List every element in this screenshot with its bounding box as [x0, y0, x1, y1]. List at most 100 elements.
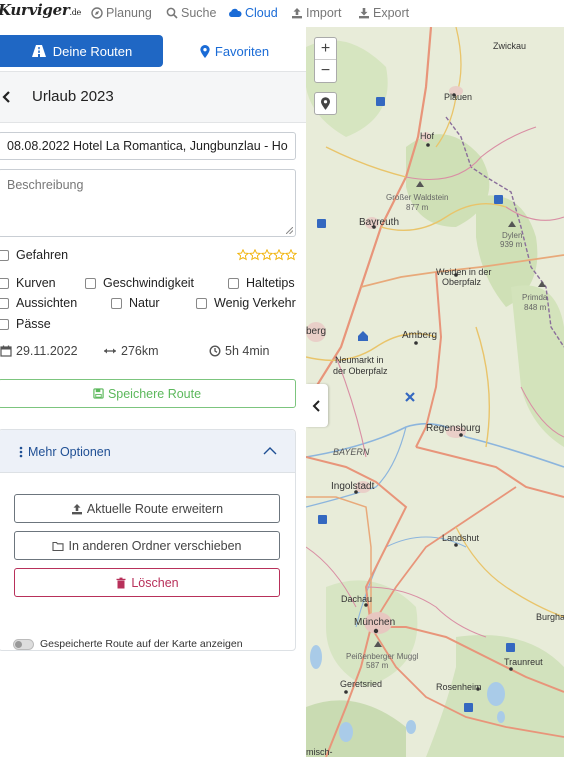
map-marker-icon [200, 44, 210, 58]
tag-kurven[interactable]: Kurven [0, 276, 56, 290]
map-label: Hof [420, 131, 435, 141]
tag-natur[interactable]: Natur [111, 296, 160, 310]
show-on-map-toggle[interactable] [13, 638, 34, 650]
tag-aussichten-checkbox[interactable] [0, 297, 9, 309]
calendar-icon [0, 345, 12, 357]
delete-route-button[interactable]: Löschen [14, 568, 280, 597]
tag-wenig-verkehr[interactable]: Wenig Verkehr [196, 296, 306, 310]
map-label: Burgha [536, 612, 564, 622]
star-icon[interactable] [261, 249, 273, 261]
driven-checkbox[interactable] [0, 249, 9, 261]
zoom-in-button[interactable]: + [315, 38, 336, 60]
map-label: Dachau [341, 594, 373, 604]
route-duration: 5h 4min [209, 344, 269, 358]
rating-stars[interactable] [237, 249, 297, 261]
upload-icon [71, 503, 82, 514]
route-distance: 276km [103, 344, 159, 358]
chevron-up-icon[interactable] [263, 446, 277, 456]
folder-icon [52, 541, 65, 551]
map-label: Primda [522, 293, 548, 302]
road-icon [31, 45, 46, 57]
route-tabs: Deine Routen Favoriten [0, 35, 306, 71]
tag-geschwindigkeit[interactable]: Geschwindigkeit [85, 276, 194, 290]
map-label: berg [306, 326, 327, 337]
extend-route-button[interactable]: Aktuelle Route erweitern [14, 494, 280, 523]
resize-grip-icon[interactable] [286, 227, 293, 234]
show-on-map-toggle-row[interactable]: Gespeicherte Route auf der Karte anzeige… [13, 638, 243, 650]
map-label: Bayreuth [359, 217, 400, 228]
move-folder-button[interactable]: In anderen Ordner verschieben [14, 531, 280, 560]
map-label: 939 m [500, 240, 523, 249]
more-options-header[interactable]: Mehr Optionen [0, 430, 295, 473]
zoom-control: + − [314, 37, 337, 83]
sidebar: Deine Routen Favoriten Urlaub 2023 08.08… [0, 27, 306, 757]
star-icon[interactable] [249, 249, 261, 261]
arrows-horizontal-icon [104, 348, 116, 354]
map-marker-icon [321, 97, 330, 110]
tag-kurven-checkbox[interactable] [0, 277, 9, 289]
map-label: Rosenheim [436, 682, 482, 692]
tag-paesse-checkbox[interactable] [0, 318, 9, 330]
floppy-disk-icon [93, 388, 104, 399]
upload-icon [292, 8, 302, 19]
map-label: Ingolstadt [331, 481, 375, 492]
tag-natur-checkbox[interactable] [111, 297, 122, 309]
compass-icon [91, 7, 103, 19]
top-navbar: Kurviger.de Planung Suche Cloud Import E… [0, 0, 564, 27]
map-label: Zwickau [493, 41, 527, 51]
route-date: 29.11.2022 [0, 344, 78, 358]
map-label: Regensburg [426, 423, 481, 434]
vertical-ellipsis-icon [19, 446, 23, 458]
star-icon[interactable] [237, 249, 249, 261]
tag-wenig-verkehr-checkbox[interactable] [196, 297, 207, 309]
nav-suche[interactable]: Suche [166, 6, 216, 20]
driven-checkbox-row[interactable]: Gefahren [0, 248, 68, 262]
map-label: Großer Waldstein [386, 193, 449, 202]
nav-export[interactable]: Export [358, 6, 409, 20]
locate-button[interactable] [314, 92, 337, 115]
brand-logo[interactable]: Kurviger.de [0, 1, 81, 19]
chevron-left-icon [312, 399, 320, 412]
tab-deine-routen[interactable]: Deine Routen [0, 35, 163, 67]
nav-planung[interactable]: Planung [91, 6, 152, 20]
map-label: 848 m [524, 303, 547, 312]
tag-paesse[interactable]: Pässe [0, 317, 51, 331]
save-route-button[interactable]: Speichere Route [0, 379, 296, 408]
map-label: München [354, 617, 396, 628]
map-label: BAYERN [333, 447, 370, 457]
search-icon [166, 7, 178, 19]
tag-haltetips-checkbox[interactable] [228, 277, 239, 289]
zoom-out-button[interactable]: − [315, 60, 336, 82]
star-icon[interactable] [273, 249, 285, 261]
chevron-left-icon[interactable] [0, 89, 14, 105]
cloud-icon [229, 8, 242, 17]
map-label: der Oberpfalz [333, 366, 388, 376]
map-tiles [306, 27, 564, 757]
nav-import[interactable]: Import [291, 6, 341, 20]
map-label: Plauen [444, 92, 473, 102]
tag-aussichten[interactable]: Aussichten [0, 296, 77, 310]
folder-header: Urlaub 2023 [0, 71, 306, 123]
trash-icon [116, 577, 126, 588]
map-label: Landshut [442, 533, 480, 543]
map-label: Oberpfalz [442, 277, 482, 287]
route-name-field[interactable]: 08.08.2022 Hotel La Romantica, Jungbunzl… [0, 132, 296, 160]
nav-cloud[interactable]: Cloud [228, 6, 278, 20]
map-label: Neumarkt in [335, 355, 384, 365]
tag-haltetips[interactable]: Haltetips [228, 276, 295, 290]
folder-title: Urlaub 2023 [32, 88, 114, 105]
star-icon[interactable] [285, 249, 297, 261]
tag-geschwindigkeit-checkbox[interactable] [85, 277, 96, 289]
tab-favoriten[interactable]: Favoriten [163, 35, 306, 67]
map-label: Amberg [402, 330, 438, 341]
collapse-sidebar-button[interactable] [306, 384, 328, 427]
map-label: Geretsried [340, 679, 383, 689]
description-field[interactable]: Beschreibung [0, 169, 296, 237]
description-placeholder: Beschreibung [7, 178, 84, 192]
more-options-panel: Mehr Optionen Aktuelle Route erweitern I… [0, 429, 296, 651]
map-view[interactable]: + − Zwickau Plauen Hof Großer Waldstein … [306, 27, 564, 757]
map-label: misch- [306, 747, 333, 757]
download-icon [359, 8, 369, 19]
map-label: Weiden in der [436, 267, 492, 277]
map-label: 877 m [406, 203, 429, 212]
